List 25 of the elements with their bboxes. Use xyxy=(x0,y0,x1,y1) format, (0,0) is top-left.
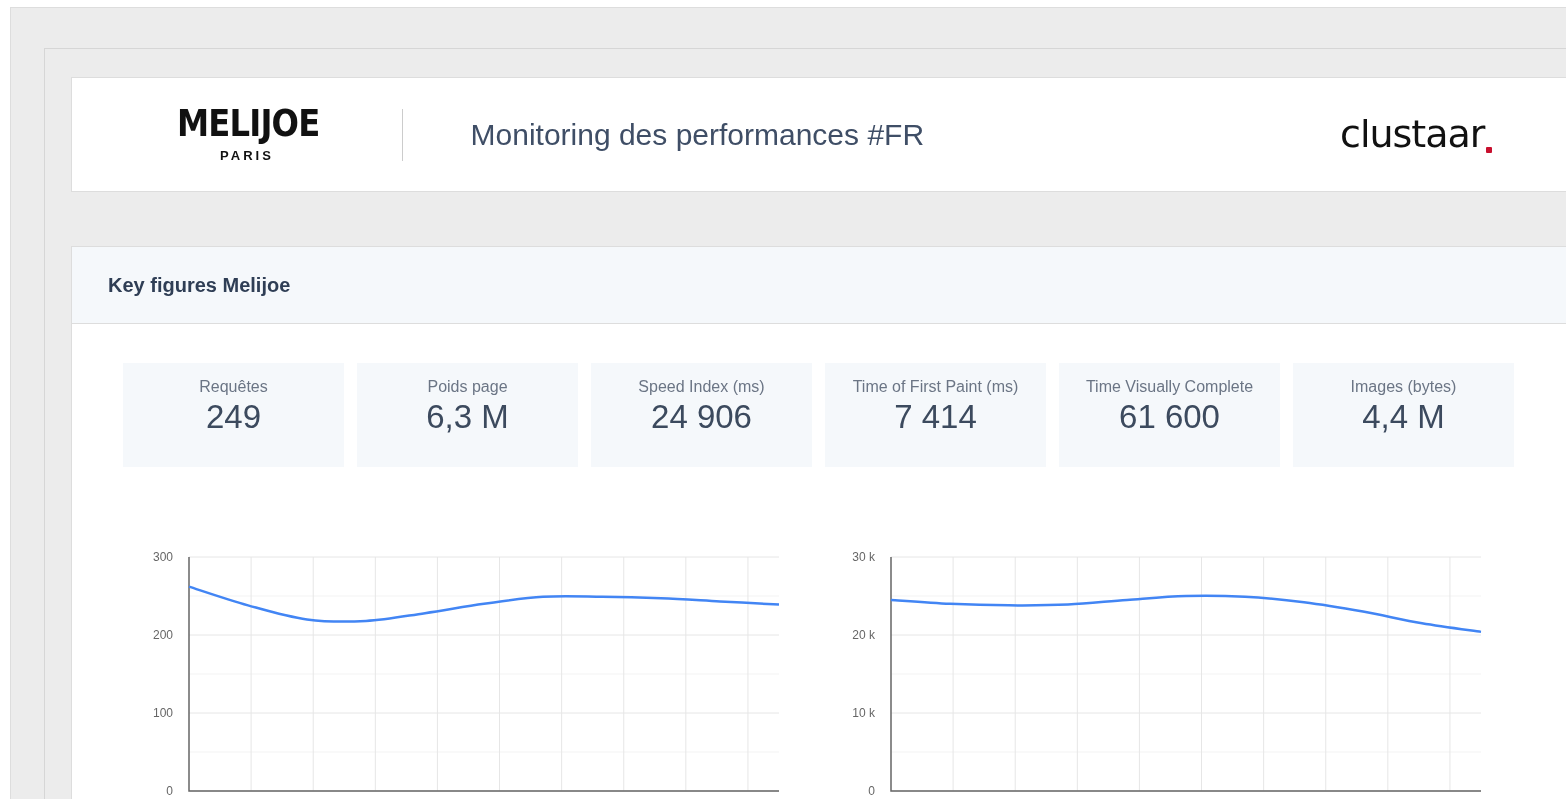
stat-label: Time of First Paint (ms) xyxy=(851,377,1020,397)
axis-tick-label: 200 xyxy=(152,628,173,642)
stat-label: Requêtes xyxy=(198,377,269,397)
stat-label: Speed Index (ms) xyxy=(637,377,766,397)
axis-tick-label: 100 xyxy=(152,706,173,720)
stat-value: 61 600 xyxy=(1118,399,1221,436)
partner-logo: clustaar xyxy=(1340,111,1485,158)
axis-tick-label: 30 k xyxy=(852,550,875,564)
stat-label: Poids page xyxy=(426,377,509,397)
axis-tick-label: 20 k xyxy=(852,628,875,642)
stat-label: Images (bytes) xyxy=(1349,377,1458,397)
stat-value: 24 906 xyxy=(650,399,753,436)
page-title: Monitoring des performances #FR xyxy=(470,117,925,153)
axis-tick-label: 10 k xyxy=(852,706,875,720)
brand-logo: MELIJOE xyxy=(177,103,320,142)
card-title: Key figures Melijoe xyxy=(108,273,291,298)
stat-value: 6,3 M xyxy=(425,399,510,436)
axis-tick-label: 0 xyxy=(868,784,875,797)
stat-value: 249 xyxy=(204,399,263,436)
axis-tick-label: 0 xyxy=(166,784,173,797)
stat-value: 7 414 xyxy=(893,399,978,436)
axis-tick-label: 300 xyxy=(152,550,173,564)
stat-label: Time Visually Complete xyxy=(1084,377,1255,397)
brand-logo-subtitle: PARIS xyxy=(219,146,275,165)
stat-value: 4,4 M xyxy=(1361,399,1446,436)
